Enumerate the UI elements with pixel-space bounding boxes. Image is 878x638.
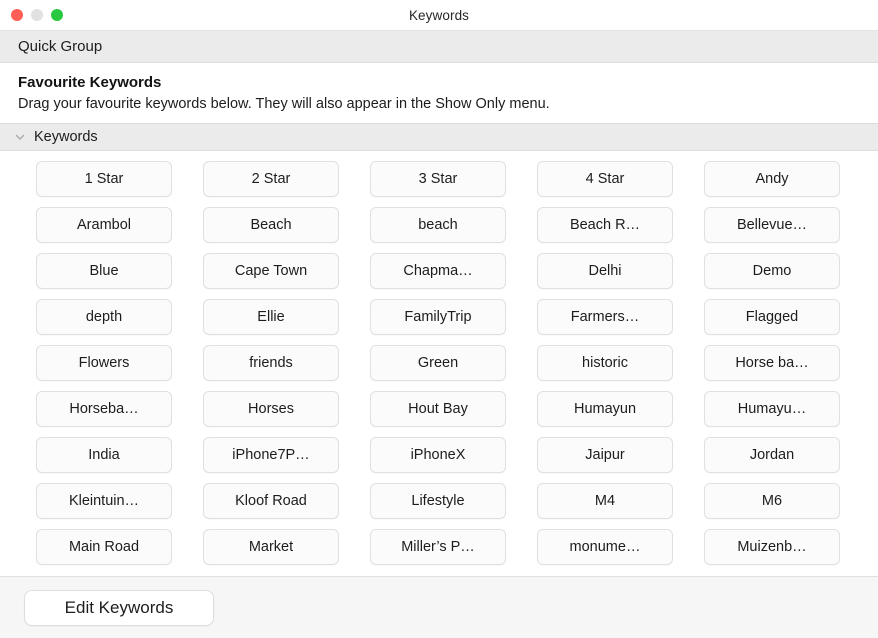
keyword-chip[interactable]: Flowers — [36, 345, 172, 381]
keyword-chip[interactable]: Green — [370, 345, 506, 381]
favourite-keywords-section: Favourite Keywords Drag your favourite k… — [0, 63, 878, 123]
zoom-button[interactable] — [51, 9, 63, 21]
keyword-chip[interactable]: Horse ba… — [704, 345, 840, 381]
keyword-chip[interactable]: Flagged — [704, 299, 840, 335]
keyword-chip[interactable]: Muizenb… — [704, 529, 840, 565]
edit-keywords-button[interactable]: Edit Keywords — [24, 590, 214, 626]
keywords-section-header[interactable]: Keywords — [0, 123, 878, 151]
traffic-lights — [11, 0, 63, 30]
keywords-scroll-area[interactable]: 1 Star 2 Star 3 Star 4 Star Andy Arambol Beach… — [0, 151, 878, 576]
keyword-chip[interactable]: Horses — [203, 391, 339, 427]
close-button[interactable] — [11, 9, 23, 21]
keyword-chip[interactable]: Arambol — [36, 207, 172, 243]
keyword-chip[interactable]: Blue — [36, 253, 172, 289]
keyword-chip[interactable]: Hout Bay — [370, 391, 506, 427]
keyword-chip[interactable]: friends — [203, 345, 339, 381]
keyword-chip[interactable]: Horseba… — [36, 391, 172, 427]
keyword-chip[interactable]: M6 — [704, 483, 840, 519]
keyword-chip[interactable]: Ellie — [203, 299, 339, 335]
keywords-window: Keywords Quick Group Favourite Keywords … — [0, 0, 878, 638]
favourite-keywords-description: Drag your favourite keywords below. They… — [18, 93, 860, 115]
keyword-chip[interactable]: Beach R… — [537, 207, 673, 243]
quick-group-header: Quick Group — [0, 31, 878, 63]
window-footer: Edit Keywords — [0, 576, 878, 638]
keyword-chip[interactable]: FamilyTrip — [370, 299, 506, 335]
keyword-chip[interactable]: 1 Star — [36, 161, 172, 197]
keyword-chip[interactable]: Farmers… — [537, 299, 673, 335]
keyword-chip[interactable]: Bellevue… — [704, 207, 840, 243]
keyword-chip[interactable]: Jaipur — [537, 437, 673, 473]
keywords-grid: 1 Star 2 Star 3 Star 4 Star Andy Arambol Beach… — [0, 161, 878, 565]
quick-group-label: Quick Group — [18, 38, 102, 55]
keyword-chip[interactable]: depth — [36, 299, 172, 335]
keyword-chip[interactable]: Kloof Road — [203, 483, 339, 519]
favourite-keywords-title: Favourite Keywords — [18, 72, 860, 93]
keyword-chip[interactable]: India — [36, 437, 172, 473]
keyword-chip[interactable]: Miller’s P… — [370, 529, 506, 565]
keyword-chip[interactable]: Delhi — [537, 253, 673, 289]
keyword-chip[interactable]: Kleintuin… — [36, 483, 172, 519]
keyword-chip[interactable]: Beach — [203, 207, 339, 243]
keyword-chip[interactable]: Andy — [704, 161, 840, 197]
keyword-chip[interactable]: M4 — [537, 483, 673, 519]
keyword-chip[interactable]: Market — [203, 529, 339, 565]
keyword-chip[interactable]: Humayun — [537, 391, 673, 427]
window-title: Keywords — [0, 8, 878, 23]
keyword-chip[interactable]: Humayu… — [704, 391, 840, 427]
keyword-chip[interactable]: Chapma… — [370, 253, 506, 289]
keyword-chip[interactable]: Jordan — [704, 437, 840, 473]
keywords-section-label: Keywords — [34, 129, 98, 145]
keyword-chip[interactable]: monume… — [537, 529, 673, 565]
keyword-chip[interactable]: 2 Star — [203, 161, 339, 197]
keyword-chip[interactable]: Main Road — [36, 529, 172, 565]
chevron-down-icon[interactable] — [14, 131, 26, 143]
keyword-chip[interactable]: Cape Town — [203, 253, 339, 289]
keyword-chip[interactable]: iPhone7P… — [203, 437, 339, 473]
keyword-chip[interactable]: historic — [537, 345, 673, 381]
keyword-chip[interactable]: Demo — [704, 253, 840, 289]
keyword-chip[interactable]: 4 Star — [537, 161, 673, 197]
keyword-chip[interactable]: 3 Star — [370, 161, 506, 197]
keyword-chip[interactable]: iPhoneX — [370, 437, 506, 473]
keyword-chip[interactable]: Lifestyle — [370, 483, 506, 519]
window-titlebar: Keywords — [0, 0, 878, 31]
minimize-button[interactable] — [31, 9, 43, 21]
keyword-chip[interactable]: beach — [370, 207, 506, 243]
